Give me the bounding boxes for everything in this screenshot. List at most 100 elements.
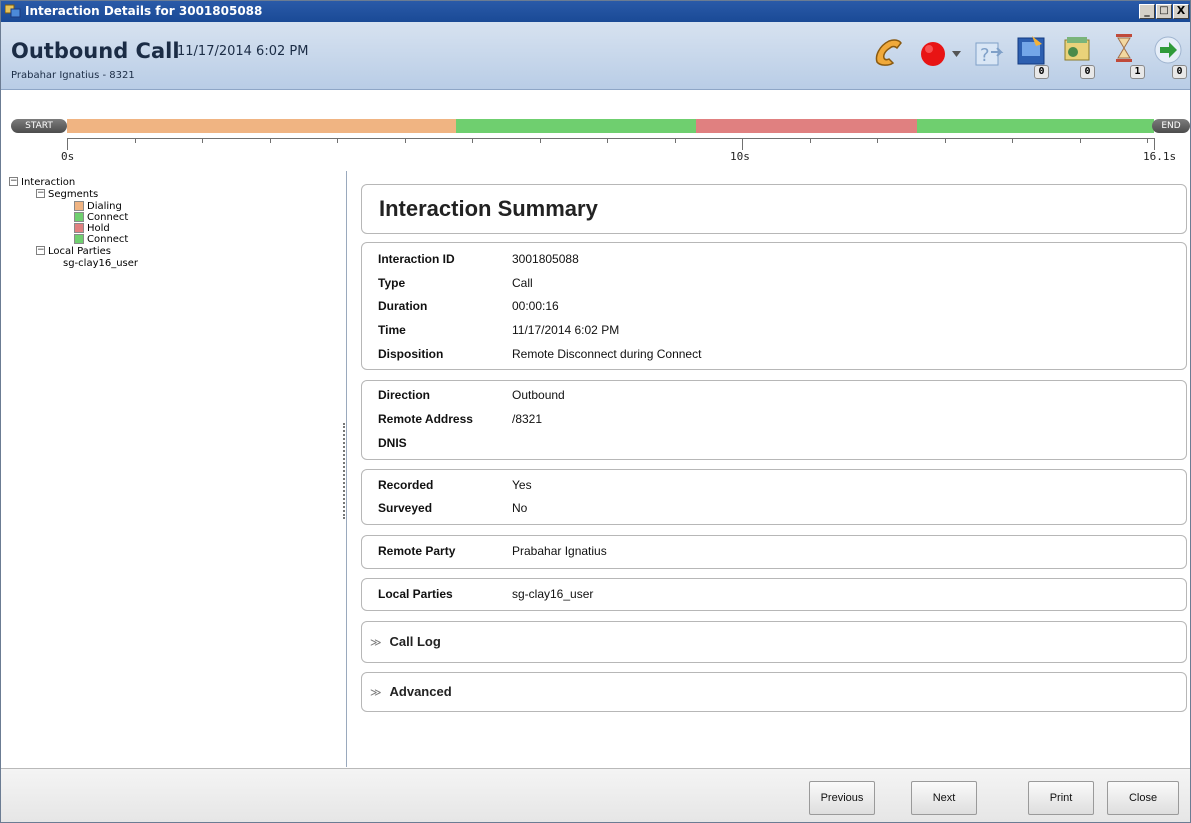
timeline-minor-tick <box>472 138 473 143</box>
expand-chevron-icon: ≫ <box>370 687 382 699</box>
window-title: Interaction Details for 3001805088 <box>25 4 263 18</box>
connect-swatch-icon <box>74 212 84 222</box>
summary-group-general: Interaction ID 3001805088 Type Call Durati… <box>361 242 1187 370</box>
field-value: Yes <box>512 478 532 492</box>
timeline-axis-line <box>67 138 1154 139</box>
timeline-major-tick <box>67 138 68 150</box>
timeline-minor-tick <box>405 138 406 143</box>
summary-title-card: Interaction Summary <box>361 184 1187 234</box>
tree-label-connect-2: Connect <box>87 234 129 245</box>
previous-button[interactable]: Previous <box>809 781 875 815</box>
timeline-segment-hold[interactable] <box>696 119 917 133</box>
forward-arrow-icon[interactable] <box>1153 34 1183 66</box>
field-label: Remote Party <box>378 544 456 558</box>
timeline-tick-label-start: 0s <box>61 150 75 163</box>
call-log-label: Call Log <box>389 634 441 649</box>
phone-handset-icon[interactable] <box>871 36 905 70</box>
timeline-minor-tick <box>810 138 811 143</box>
field-label: DNIS <box>378 436 407 450</box>
field-label: Recorded <box>378 478 434 492</box>
field-label: Duration <box>378 299 428 313</box>
call-timestamp: 11/17/2014 6:02 PM <box>177 44 309 59</box>
field-value: 3001805088 <box>512 252 579 266</box>
field-value: No <box>512 501 528 515</box>
dialog-footer: Previous Next Print Close <box>1 768 1190 822</box>
summary-group-recording: Recorded Yes Surveyed No <box>361 469 1187 525</box>
call-log-expander-label[interactable]: ≫ Call Log <box>370 634 441 649</box>
field-label: Direction <box>378 388 431 402</box>
collapse-icon[interactable]: − <box>36 246 45 255</box>
field-value: Prabahar Ignatius <box>512 544 607 558</box>
tree-node-segment-dialing[interactable]: Dialing <box>74 201 122 212</box>
attachment-icon[interactable] <box>1061 34 1093 68</box>
tree-node-segment-hold[interactable]: Hold <box>74 223 110 234</box>
collapse-icon[interactable]: − <box>36 189 45 198</box>
page-title: Interaction Summary <box>379 196 598 221</box>
tree-node-local-party[interactable]: sg-clay16_user <box>63 258 138 269</box>
summary-group-address: Direction Outbound Remote Address/8321 DN… <box>361 380 1187 460</box>
tree-node-segments[interactable]: − Segments <box>36 189 98 200</box>
field-value: 11/17/2014 6:02 PM <box>512 323 620 337</box>
field-label: Interaction ID <box>378 252 455 266</box>
interaction-summary-pane: Interaction Summary Interaction ID 300180… <box>348 171 1190 767</box>
field-value: Call <box>512 276 533 290</box>
hold-swatch-icon <box>74 223 84 233</box>
hourglass-icon[interactable] <box>1111 32 1139 66</box>
timeline-minor-tick <box>202 138 203 143</box>
timeline-minor-tick <box>877 138 878 143</box>
timeline-segment-connect[interactable] <box>456 119 696 133</box>
field-label: Type <box>378 276 406 290</box>
pane-splitter[interactable] <box>343 423 345 519</box>
advanced-label: Advanced <box>389 684 452 699</box>
connect-swatch-icon <box>74 234 84 244</box>
summary-group-remote-party: Remote Party Prabahar Ignatius <box>361 535 1187 569</box>
tree-label-hold: Hold <box>87 223 110 234</box>
timeline-tick-label-mid: 10s <box>730 150 750 163</box>
next-button[interactable]: Next <box>911 781 977 815</box>
field-value: Outbound <box>512 388 565 402</box>
call-header: Outbound Call 11/17/2014 6:02 PM Prabaha… <box>1 22 1190 90</box>
timeline-segment-dialing[interactable] <box>67 119 456 133</box>
close-button[interactable]: Close <box>1107 781 1179 815</box>
field-value: sg-clay16_user <box>512 587 594 601</box>
timeline-minor-tick <box>337 138 338 143</box>
app-icon <box>5 4 21 18</box>
timeline-minor-tick <box>135 138 136 143</box>
tree-node-segment-connect[interactable]: Connect <box>74 212 128 223</box>
timeline-start-cap: START <box>11 119 67 133</box>
screen-recording-icon[interactable] <box>1016 34 1048 68</box>
tree-label-local-party: sg-clay16_user <box>63 258 139 269</box>
expand-chevron-icon: ≫ <box>370 637 382 649</box>
timeline-minor-tick <box>675 138 676 143</box>
interaction-tree: − Interaction − Segments Dialing Connect H… <box>1 171 347 767</box>
advanced-expander[interactable]: ≫ Advanced <box>361 672 1187 712</box>
maximize-button[interactable]: □ <box>1156 4 1172 19</box>
tree-label-interaction: Interaction <box>21 177 76 188</box>
advanced-expander-label[interactable]: ≫ Advanced <box>370 684 452 699</box>
record-icon[interactable] <box>918 39 948 69</box>
close-window-button[interactable]: X <box>1173 4 1189 19</box>
tree-label-segments: Segments <box>48 189 99 200</box>
field-label: Time <box>378 323 406 337</box>
tree-node-interaction[interactable]: − Interaction <box>9 177 75 188</box>
timeline-minor-tick <box>270 138 271 143</box>
interaction-timeline: START END 0s 10s 16.1s <box>1 91 1190 171</box>
screen-recording-count-badge: 0 <box>1034 65 1049 79</box>
dropdown-arrow-icon[interactable] <box>952 51 961 57</box>
timeline-minor-tick <box>607 138 608 143</box>
tree-node-local-parties[interactable]: − Local Parties <box>36 246 111 257</box>
minimize-button[interactable]: _ <box>1139 4 1155 19</box>
timeline-major-tick <box>742 138 743 150</box>
tree-node-segment-connect-2[interactable]: Connect <box>74 234 128 245</box>
timeline-major-tick <box>1154 138 1155 150</box>
attachment-count-badge: 0 <box>1080 65 1095 79</box>
timeline-minor-tick <box>1012 138 1013 143</box>
window-title-bar: Interaction Details for 3001805088 _ □ X <box>1 1 1190 22</box>
call-log-expander[interactable]: ≫ Call Log <box>361 621 1187 663</box>
collapse-icon[interactable]: − <box>9 177 18 186</box>
timeline-minor-tick <box>1080 138 1081 143</box>
timeline-segment-connect-2[interactable] <box>917 119 1154 133</box>
print-button[interactable]: Print <box>1028 781 1094 815</box>
help-transfer-icon[interactable]: ? <box>973 38 1005 70</box>
field-value: Remote Disconnect during Connect <box>512 347 702 361</box>
